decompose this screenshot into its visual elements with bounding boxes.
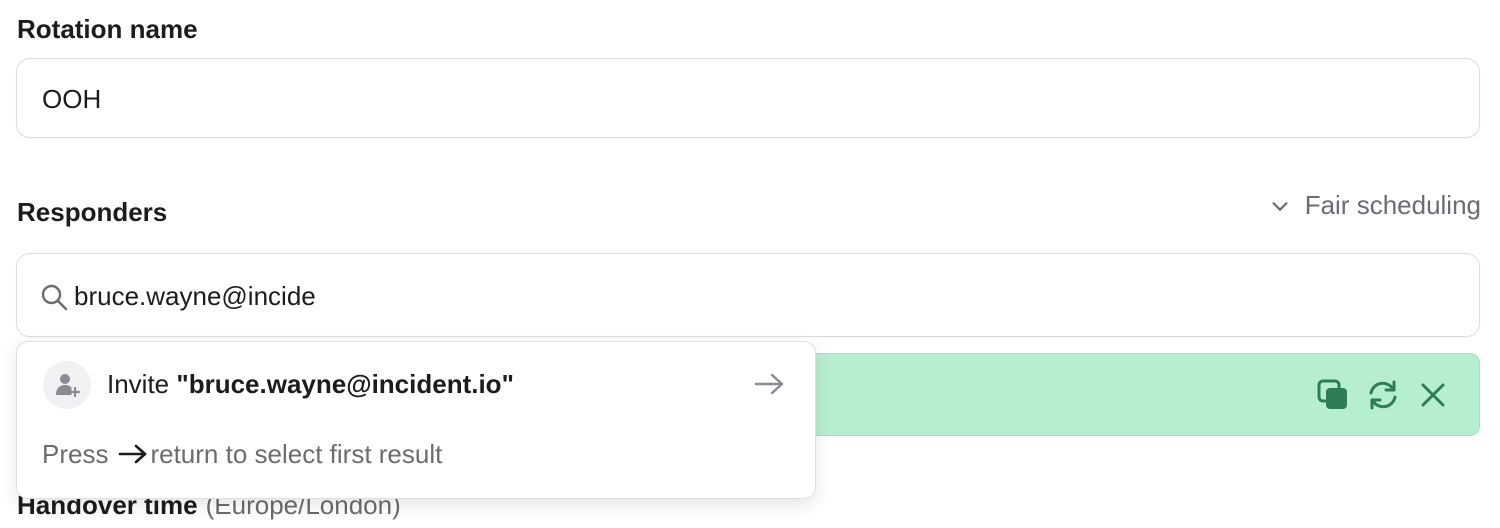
hint-press: Press <box>42 439 109 469</box>
invite-option-label: Invite "bruce.wayne@incident.io" <box>107 369 514 399</box>
invite-prefix: Invite <box>107 369 177 399</box>
select-hint: Press return to select first result <box>42 439 442 469</box>
copy-button[interactable] <box>1315 377 1351 413</box>
fair-scheduling-label: Fair scheduling <box>1304 190 1481 220</box>
refresh-icon <box>1369 380 1397 410</box>
invite-option[interactable]: Invite "bruce.wayne@incident.io" <box>17 342 815 426</box>
rotation-name-value: OOH <box>42 84 102 114</box>
responder-suggestions-dropdown: Invite "bruce.wayne@incident.io" Press r… <box>16 341 816 499</box>
rotation-name-input[interactable]: OOH <box>16 58 1480 138</box>
fair-scheduling-toggle[interactable]: Fair scheduling <box>1269 190 1481 221</box>
rotation-form: Rotation name OOH Responders Fair schedu… <box>0 0 1500 528</box>
remove-button[interactable] <box>1415 377 1451 413</box>
responder-search-input[interactable]: bruce.wayne@incide <box>16 253 1480 337</box>
copy-icon <box>1317 379 1347 409</box>
arrow-right-icon <box>754 373 784 395</box>
arrow-right-icon <box>119 444 147 464</box>
hint-rest: return to select first result <box>150 439 443 469</box>
invite-avatar <box>43 361 91 409</box>
layer-actions <box>1315 377 1451 413</box>
chevron-down-icon <box>1272 201 1288 211</box>
rotation-name-label: Rotation name <box>17 14 198 44</box>
user-plus-icon <box>56 374 81 398</box>
responders-label: Responders <box>17 197 168 227</box>
invite-email: "bruce.wayne@incident.io" <box>176 369 514 399</box>
refresh-button[interactable] <box>1365 377 1401 413</box>
responder-search-value: bruce.wayne@incide <box>74 281 316 311</box>
close-icon <box>1421 383 1445 407</box>
search-icon <box>41 284 68 311</box>
